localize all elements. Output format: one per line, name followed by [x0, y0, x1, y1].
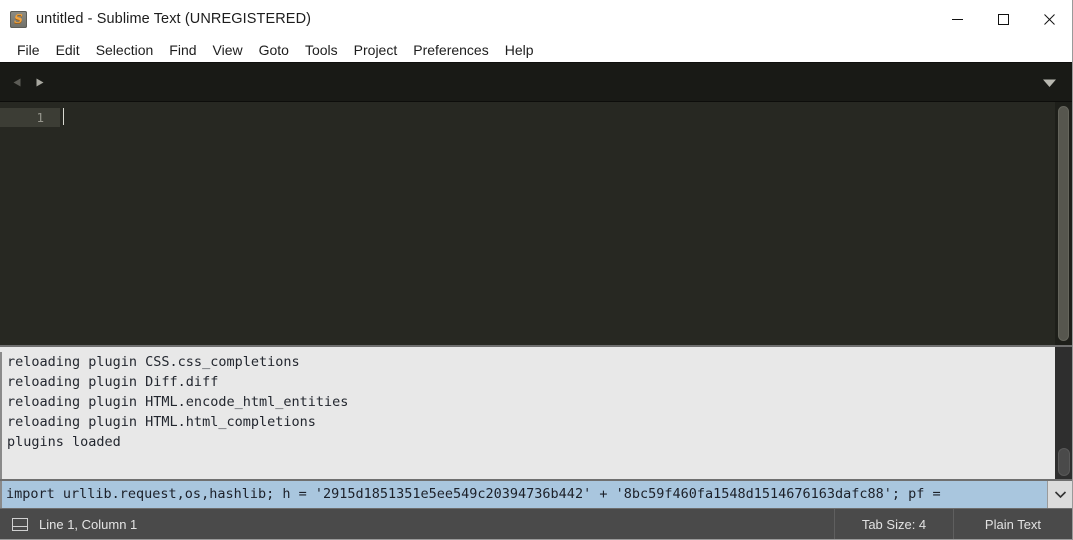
menu-item-find[interactable]: Find	[161, 38, 204, 62]
menu-item-project[interactable]: Project	[346, 38, 406, 62]
editor-scrollbar[interactable]	[1055, 102, 1072, 345]
menu-item-help[interactable]: Help	[497, 38, 542, 62]
menu-item-file[interactable]: File	[9, 38, 48, 62]
app-icon-glyph: S	[14, 12, 23, 26]
menu-item-view[interactable]: View	[205, 38, 251, 62]
panel-layout-icon[interactable]	[12, 517, 28, 531]
minimize-button[interactable]	[934, 0, 980, 38]
line-number: 1	[36, 110, 44, 125]
menu-item-tools[interactable]: Tools	[297, 38, 346, 62]
console-line: reloading plugin CSS.css_completions	[7, 354, 300, 370]
maximize-icon	[997, 13, 1009, 25]
console-output[interactable]: reloading plugin CSS.css_completions rel…	[0, 347, 1072, 479]
close-button[interactable]	[1026, 0, 1072, 38]
tab-size-button[interactable]: Tab Size: 4	[834, 509, 953, 539]
chevron-down-icon	[1042, 79, 1056, 87]
menu-item-edit[interactable]: Edit	[48, 38, 88, 62]
triangle-left-icon[interactable]	[11, 76, 24, 89]
status-bar-left: Line 1, Column 1	[0, 509, 834, 539]
maximize-button[interactable]	[980, 0, 1026, 38]
console-output-lines: reloading plugin CSS.css_completions rel…	[0, 352, 1072, 479]
sublime-text-window: S untitled - Sublime Text (UNREGISTERED)	[0, 0, 1073, 540]
menu-item-goto[interactable]: Goto	[251, 38, 297, 62]
menu-bar: File Edit Selection Find View Goto Tools…	[0, 38, 1072, 62]
console-input[interactable]: import urllib.request,os,hashlib; h = '2…	[0, 481, 1047, 508]
console-line: reloading plugin HTML.encode_html_entiti…	[7, 394, 349, 410]
menu-item-selection[interactable]: Selection	[88, 38, 162, 62]
menu-item-preferences[interactable]: Preferences	[405, 38, 496, 62]
console-input-history-button[interactable]	[1047, 481, 1072, 508]
triangle-right-icon[interactable]	[33, 76, 46, 89]
editor-content[interactable]	[60, 102, 1072, 345]
console-line: reloading plugin HTML.html_completions	[7, 414, 316, 430]
cursor-position: Line 1, Column 1	[39, 516, 138, 532]
window-controls	[934, 0, 1072, 38]
title-bar: S untitled - Sublime Text (UNREGISTERED)	[0, 0, 1072, 38]
tab-scroll-controls	[0, 76, 46, 89]
tab-bar	[0, 62, 1072, 102]
sublime-text-icon: S	[10, 10, 27, 28]
text-caret	[63, 108, 64, 125]
console-line: reloading plugin Diff.diff	[7, 374, 219, 390]
editor-scrollbar-thumb[interactable]	[1058, 106, 1069, 341]
tab-list-menu-button[interactable]	[1034, 63, 1064, 102]
minimize-icon	[951, 18, 963, 20]
syntax-button[interactable]: Plain Text	[953, 509, 1072, 539]
close-icon	[1043, 13, 1055, 25]
editor-area[interactable]: 1	[0, 102, 1072, 345]
console-scrollbar-thumb[interactable]	[1057, 448, 1070, 476]
gutter-line-1: 1	[0, 108, 60, 127]
editor-gutter: 1	[0, 102, 60, 345]
window-title: untitled - Sublime Text (UNREGISTERED)	[36, 11, 312, 27]
console-input-row: import urllib.request,os,hashlib; h = '2…	[0, 479, 1072, 508]
console-panel: reloading plugin CSS.css_completions rel…	[0, 345, 1072, 508]
console-input-value: import urllib.request,os,hashlib; h = '2…	[6, 486, 949, 502]
status-bar: Line 1, Column 1 Tab Size: 4 Plain Text	[0, 508, 1072, 539]
console-line: plugins loaded	[7, 434, 121, 450]
console-scrollbar[interactable]	[1055, 347, 1072, 479]
chevron-down-icon	[1054, 491, 1066, 499]
